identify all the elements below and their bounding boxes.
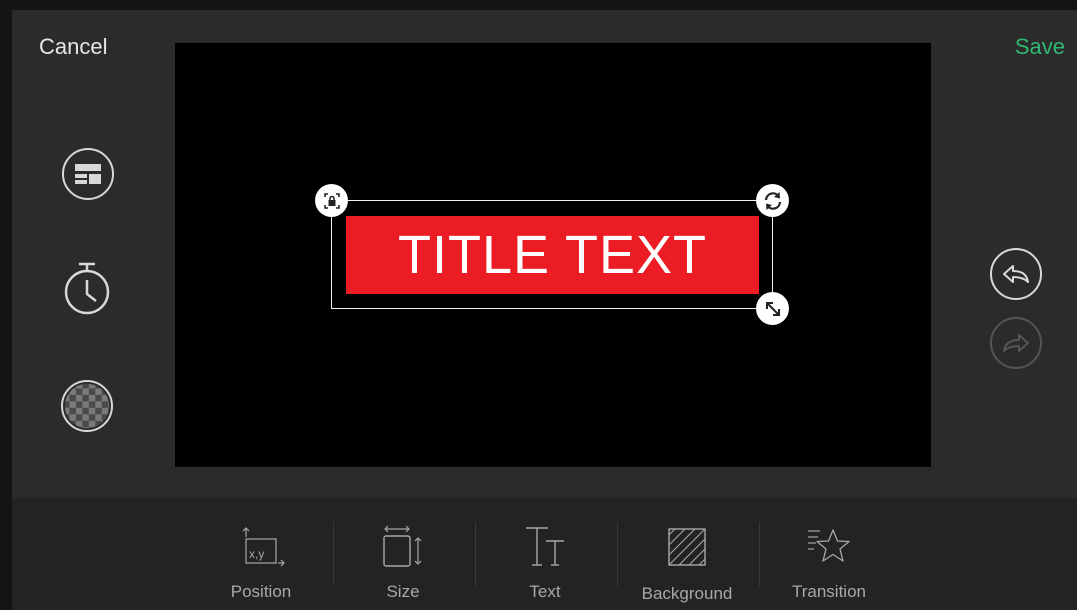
cancel-button[interactable]: Cancel	[39, 34, 107, 60]
text-label: Text	[529, 582, 561, 601]
title-text: TITLE TEXT	[397, 225, 708, 285]
lock-icon	[323, 192, 340, 209]
resize-icon	[765, 301, 780, 316]
transition-star-icon	[808, 529, 850, 562]
size-icon	[383, 525, 422, 567]
background-hatch-icon	[668, 528, 706, 566]
position-tool[interactable]: x,y Position	[190, 498, 332, 610]
opacity-button[interactable]	[61, 380, 113, 432]
bottom-toolbar: x,y Position Size Text Background Transi…	[12, 498, 1077, 610]
layout-icon	[75, 164, 101, 184]
size-label: Size	[386, 582, 420, 601]
transition-tool[interactable]: Transition	[758, 498, 900, 610]
position-label: Position	[230, 582, 292, 601]
save-button[interactable]: Save	[1015, 34, 1065, 60]
position-icon-text: x,y	[249, 547, 264, 561]
background-tool[interactable]: Background	[616, 498, 758, 610]
resize-handle[interactable]	[756, 292, 789, 325]
timer-icon	[64, 262, 110, 315]
opacity-checker-icon	[64, 383, 110, 429]
transition-label: Transition	[791, 582, 866, 601]
size-tool[interactable]: Size	[332, 498, 474, 610]
redo-icon	[1003, 334, 1029, 352]
text-tool[interactable]: Text	[474, 498, 616, 610]
lock-handle[interactable]	[315, 184, 348, 217]
title-editor: Cancel Save TITLE TEXT x,y Position Size…	[12, 10, 1077, 610]
rotate-icon	[764, 191, 781, 210]
background-label: Background	[641, 584, 733, 603]
rotate-handle[interactable]	[756, 184, 789, 217]
position-icon: x,y	[242, 527, 285, 567]
layout-button[interactable]	[62, 148, 114, 200]
undo-icon	[1003, 265, 1029, 283]
timer-button[interactable]	[58, 258, 116, 316]
undo-button[interactable]	[990, 248, 1042, 300]
text-icon	[526, 527, 564, 566]
video-preview-canvas[interactable]: TITLE TEXT	[175, 43, 931, 467]
title-selection-box[interactable]: TITLE TEXT	[315, 184, 789, 325]
redo-button[interactable]	[990, 317, 1042, 369]
title-overlay[interactable]: TITLE TEXT	[346, 216, 759, 294]
